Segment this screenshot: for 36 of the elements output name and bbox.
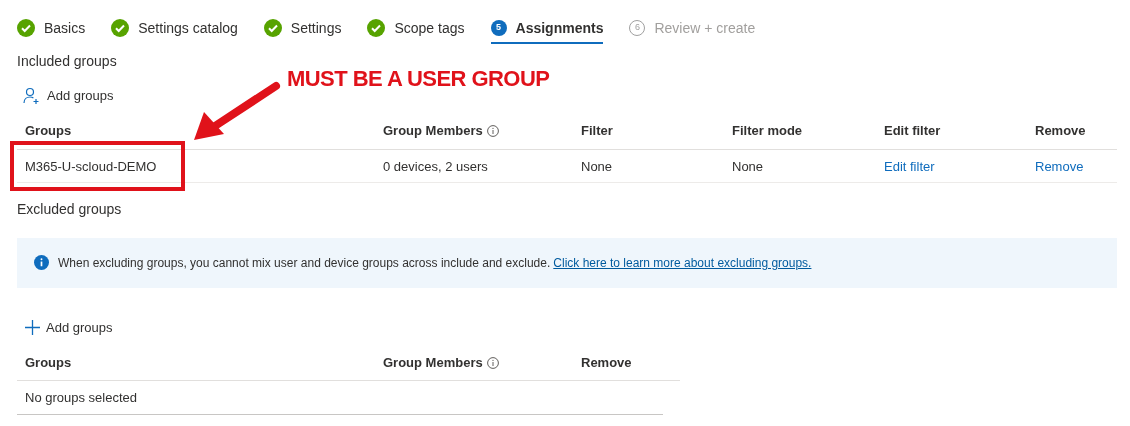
column-header: Filter xyxy=(581,122,613,141)
column-header: Edit filter xyxy=(884,122,941,141)
learn-more-link[interactable]: Click here to learn more about excluding groups. xyxy=(553,253,812,272)
check-circle-icon xyxy=(111,19,130,37)
add-person-icon xyxy=(23,86,41,105)
wizard-step-tab[interactable]: Scope tags xyxy=(367,17,465,44)
table-cell: None xyxy=(581,158,613,174)
column-header: Filter mode xyxy=(732,122,803,141)
wizard-step-tab[interactable]: Settings xyxy=(263,17,342,44)
wizard-step-tab[interactable]: Settings catalog xyxy=(111,17,238,44)
table-cell: M365-U-scloud-DEMO xyxy=(25,158,157,174)
column-header: Remove xyxy=(581,353,632,372)
check-circle-icon xyxy=(263,19,282,37)
empty-message: No groups selected xyxy=(25,388,137,407)
edit-filter-link[interactable]: Edit filter xyxy=(884,158,935,174)
column-header: Group Members xyxy=(383,122,483,141)
section-title: Included groups xyxy=(17,52,117,71)
info-message: When excluding groups, you cannot mix user and device groups across include and exclude. xyxy=(58,254,551,272)
table-cell: None xyxy=(732,158,764,174)
column-header: Groups xyxy=(25,122,72,141)
wizard-step-tab[interactable]: Basics xyxy=(17,17,86,44)
column-header: Group Members xyxy=(383,353,483,372)
add-groups-button[interactable]: Add groups xyxy=(25,317,113,337)
plus-icon xyxy=(25,319,40,335)
info-icon xyxy=(34,255,49,270)
table-cell: 0 devices, 2 users xyxy=(383,158,488,174)
step-number: 5 xyxy=(490,20,507,36)
section-title: Excluded groups xyxy=(17,199,122,219)
remove-link[interactable]: Remove xyxy=(1035,158,1084,174)
add-groups-button[interactable]: Add groups xyxy=(23,86,114,106)
annotation-text: MUST BE A USER GROUP xyxy=(287,65,550,93)
check-circle-icon xyxy=(367,19,386,37)
check-circle-icon xyxy=(17,19,35,37)
wizard-step-tab[interactable]: 5 Assignments xyxy=(490,17,604,44)
column-header: Remove xyxy=(1035,122,1086,141)
column-header: Groups xyxy=(25,353,72,372)
